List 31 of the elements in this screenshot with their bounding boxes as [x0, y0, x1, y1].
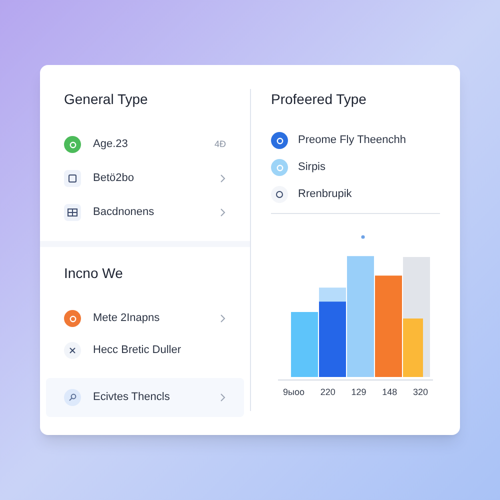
list-item[interactable]: Hecc Bretic Duller: [40, 336, 250, 365]
bar-background: [319, 288, 346, 302]
item-value: 4Ð: [214, 138, 226, 151]
axis-label: 220: [320, 386, 336, 399]
list-item[interactable]: Mete 2Inapns: [40, 304, 250, 333]
section-title: Profeered Type: [271, 90, 368, 109]
item-label: Hecc Bretic Duller: [93, 343, 182, 358]
square-icon: [64, 170, 81, 187]
bar: [291, 312, 318, 377]
axis-label: 148: [382, 386, 398, 399]
axis-label: 129: [351, 386, 366, 399]
item-label: Mete 2Inapns: [93, 311, 161, 326]
axis-label: 9ыoo: [283, 386, 304, 399]
axis-label: 320: [412, 386, 428, 399]
list-item[interactable]: Bacdnonens: [40, 198, 250, 227]
dot-icon: [361, 235, 365, 239]
list-item[interactable]: Ecivtes Thencls: [46, 378, 244, 417]
item-label: Betö2bo: [93, 171, 135, 186]
cross-icon: [64, 342, 81, 359]
item-label: Ecivtes Thencls: [93, 390, 171, 406]
search-icon: [64, 389, 81, 406]
item-label: Age.23: [93, 137, 129, 152]
section-title: General Type: [63, 90, 149, 109]
list-item[interactable]: Betö2bo: [40, 164, 250, 193]
section-title: Incno We: [63, 264, 124, 283]
item-label: Sirpis: [298, 160, 326, 176]
grid-icon: [64, 204, 81, 221]
item-label: Bacdnonens: [93, 205, 156, 220]
item-label: Rrenbrupik: [298, 187, 352, 202]
list-item[interactable]: Age.23 4Ð: [40, 130, 250, 159]
item-label: Preome Fly Theenchh: [298, 133, 406, 148]
